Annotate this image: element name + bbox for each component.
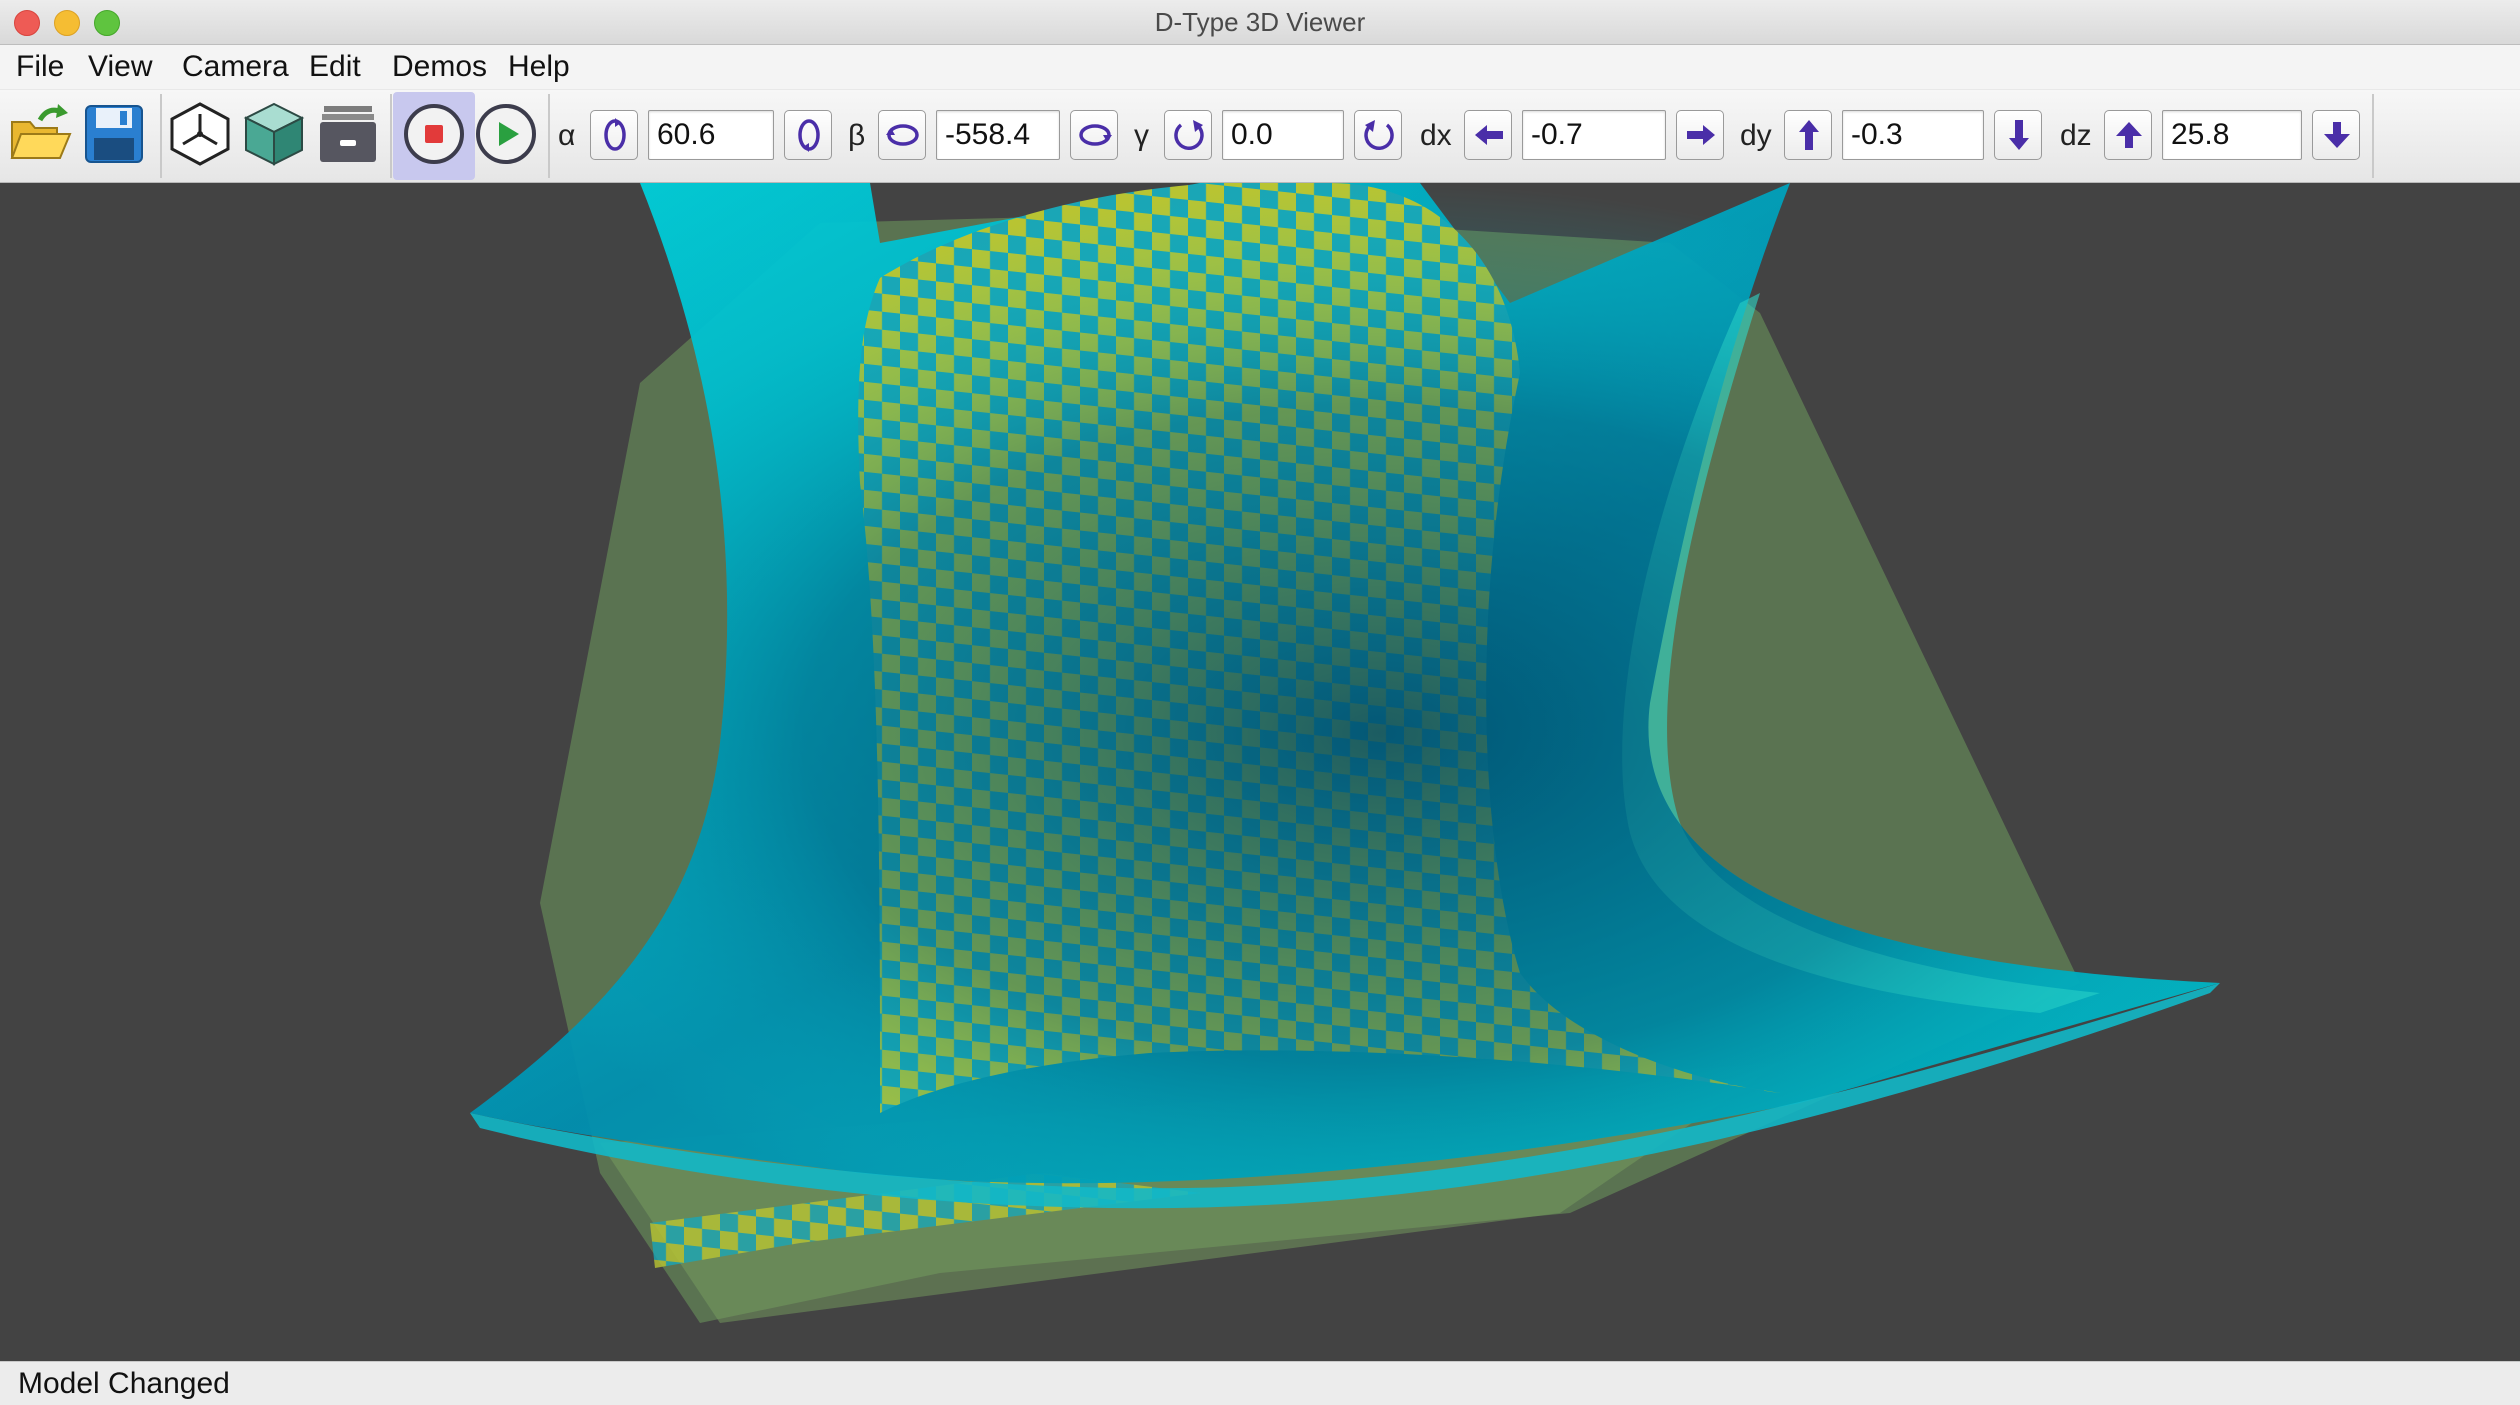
- dx-right-button[interactable]: [1676, 110, 1724, 160]
- gamma-field[interactable]: 0.0: [1222, 110, 1344, 160]
- 3d-viewport[interactable]: [0, 183, 2520, 1361]
- rotate-y-icon: [798, 119, 820, 152]
- title-bar: D-Type 3D Viewer: [0, 0, 2520, 45]
- arrow-down-icon: [2009, 120, 2029, 150]
- rotate-x-icon: [1079, 124, 1112, 146]
- gamma-rotate-ccw-button[interactable]: [1164, 110, 1212, 160]
- menu-camera[interactable]: Camera: [182, 45, 289, 89]
- dy-up-button[interactable]: [1784, 110, 1832, 160]
- menu-edit[interactable]: Edit: [309, 45, 361, 89]
- beta-rotate-ccw-button[interactable]: [878, 110, 926, 160]
- menu-demos[interactable]: Demos: [392, 45, 487, 89]
- dy-down-button[interactable]: [1994, 110, 2042, 160]
- dz-forward-button[interactable]: [2104, 110, 2152, 160]
- save-disk-icon[interactable]: [80, 100, 148, 168]
- toolbar-separator: [548, 94, 550, 178]
- beta-label: β: [848, 119, 866, 152]
- gamma-label: γ: [1134, 119, 1149, 152]
- dz-field[interactable]: 25.8: [2162, 110, 2302, 160]
- beta-field[interactable]: -558.4: [936, 110, 1060, 160]
- archive-box-icon[interactable]: [314, 100, 382, 168]
- dz-label: dz: [2060, 119, 2092, 152]
- surface-shading: [470, 183, 2220, 1184]
- toolbar-separator: [160, 94, 162, 178]
- rotate-x-icon: [886, 124, 919, 146]
- rotate-z-icon: [1174, 120, 1204, 151]
- axes-cube-icon[interactable]: [166, 100, 234, 168]
- toolbar: α 60.6 β -558.4 γ 0.0 dx -0.7 dy -0.3 dz…: [0, 90, 2520, 183]
- arrow-left-icon: [1475, 125, 1503, 145]
- dz-backward-button[interactable]: [2312, 110, 2360, 160]
- 3d-scene[interactable]: [0, 183, 2520, 1361]
- dy-label: dy: [1740, 119, 1772, 152]
- menu-bar: File View Camera Edit Demos Help: [0, 45, 2520, 89]
- play-icon[interactable]: [472, 100, 540, 168]
- arrow-up-icon: [1799, 120, 1819, 150]
- arrow-forward-icon: [2116, 122, 2142, 148]
- solid-cube-icon[interactable]: [240, 100, 308, 168]
- dx-label: dx: [1420, 119, 1452, 152]
- open-folder-icon[interactable]: [6, 100, 74, 168]
- alpha-label: α: [558, 119, 576, 152]
- dx-left-button[interactable]: [1464, 110, 1512, 160]
- arrow-backward-icon: [2324, 122, 2350, 148]
- rotate-y-icon: [604, 118, 626, 151]
- toolbar-separator: [390, 94, 392, 178]
- alpha-rotate-ccw-button[interactable]: [590, 110, 638, 160]
- stop-icon[interactable]: [400, 100, 468, 168]
- menu-view[interactable]: View: [88, 45, 152, 89]
- dy-field[interactable]: -0.3: [1842, 110, 1984, 160]
- status-text: Model Changed: [18, 1367, 230, 1400]
- status-bar: Model Changed: [0, 1361, 2520, 1405]
- dx-field[interactable]: -0.7: [1522, 110, 1666, 160]
- menu-help[interactable]: Help: [508, 45, 570, 89]
- gamma-rotate-cw-button[interactable]: [1354, 110, 1402, 160]
- menu-file[interactable]: File: [16, 45, 64, 89]
- rotate-z-icon: [1364, 120, 1394, 151]
- beta-rotate-cw-button[interactable]: [1070, 110, 1118, 160]
- alpha-rotate-cw-button[interactable]: [784, 110, 832, 160]
- toolbar-separator: [2372, 94, 2374, 178]
- alpha-field[interactable]: 60.6: [648, 110, 774, 160]
- arrow-right-icon: [1687, 125, 1715, 145]
- window-title: D-Type 3D Viewer: [1154, 7, 1366, 37]
